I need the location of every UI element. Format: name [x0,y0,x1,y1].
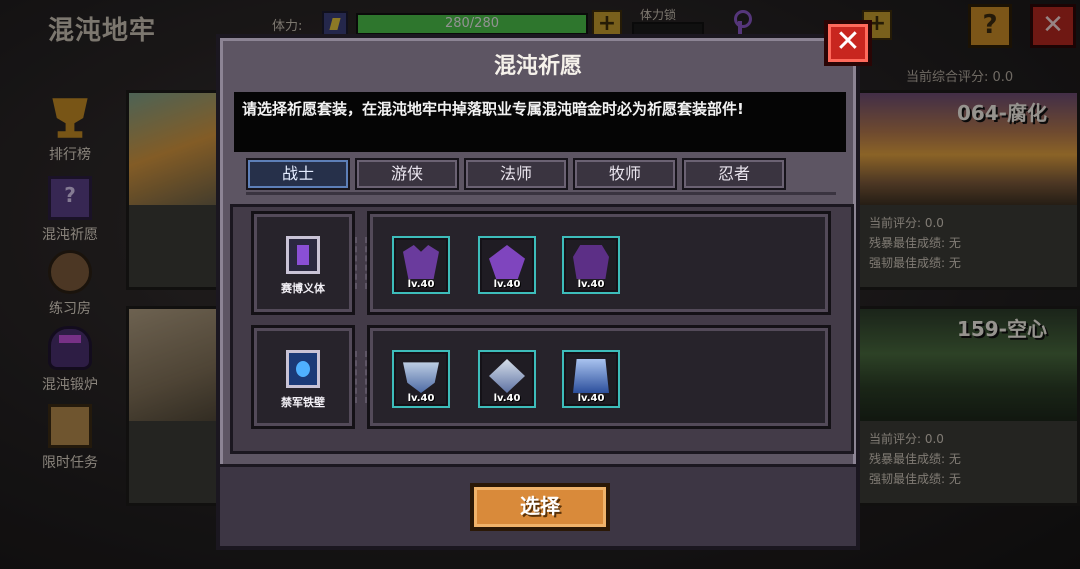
set-name: 赛博义体 [281,282,325,295]
item-level: lv.40 [577,393,605,404]
set-connector [355,351,367,403]
tab-warrior[interactable]: 战士 [246,158,350,190]
item-slot[interactable]: lv.40 [562,350,620,408]
cyber-implant-icon [286,236,320,274]
purple-helmet-icon [403,245,439,279]
set-row-cyber-implant[interactable]: 赛博义体 lv.40 lv.40 lv.40 [251,211,835,315]
item-level: lv.40 [493,279,521,290]
set-card[interactable]: 赛博义体 [251,211,355,315]
set-items: lv.40 lv.40 lv.40 [367,211,831,315]
item-level: lv.40 [407,393,435,404]
purple-armor-icon [489,245,525,279]
tab-ninja[interactable]: 忍者 [682,158,786,190]
item-slot[interactable]: lv.40 [478,236,536,294]
purple-gauntlet-icon [573,245,609,279]
set-name: 禁军铁壁 [281,396,325,409]
dialog-footer: 选择 [220,464,856,546]
item-slot[interactable]: lv.40 [562,236,620,294]
tab-priest[interactable]: 牧师 [573,158,677,190]
set-list-panel: 赛博义体 lv.40 lv.40 lv.40 禁军铁壁 lv.40 lv.40 … [230,204,854,454]
silver-helmet-icon [489,359,525,393]
item-level: lv.40 [493,393,521,404]
set-card[interactable]: 禁军铁壁 [251,325,355,429]
select-button[interactable]: 选择 [470,483,610,531]
set-row-royal-guard[interactable]: 禁军铁壁 lv.40 lv.40 lv.40 [251,325,835,429]
tab-divider [246,192,836,195]
item-slot[interactable]: lv.40 [392,350,450,408]
tab-mage[interactable]: 法师 [464,158,568,190]
item-level: lv.40 [407,279,435,290]
item-slot[interactable]: lv.40 [478,350,536,408]
set-connector [355,237,367,289]
silver-shoulder-icon [403,362,439,393]
item-level: lv.40 [577,279,605,290]
tab-ranger[interactable]: 游侠 [355,158,459,190]
class-tabs: 战士 游侠 法师 牧师 忍者 [246,158,826,190]
royal-guard-icon [286,350,320,388]
wish-notice: 请选择祈愿套装，在混沌地牢中掉落职业专属混沌暗金时必为祈愿套装部件! [234,92,846,152]
chaos-wish-dialog: 混沌祈愿 ✕ 请选择祈愿套装，在混沌地牢中掉落职业专属混沌暗金时必为祈愿套装部件… [216,20,872,550]
silver-chest-icon [573,359,609,393]
item-slot[interactable]: lv.40 [392,236,450,294]
dialog-close-button[interactable]: ✕ [824,20,872,66]
set-items: lv.40 lv.40 lv.40 [367,325,831,429]
dialog-title: 混沌祈愿 [493,54,582,79]
